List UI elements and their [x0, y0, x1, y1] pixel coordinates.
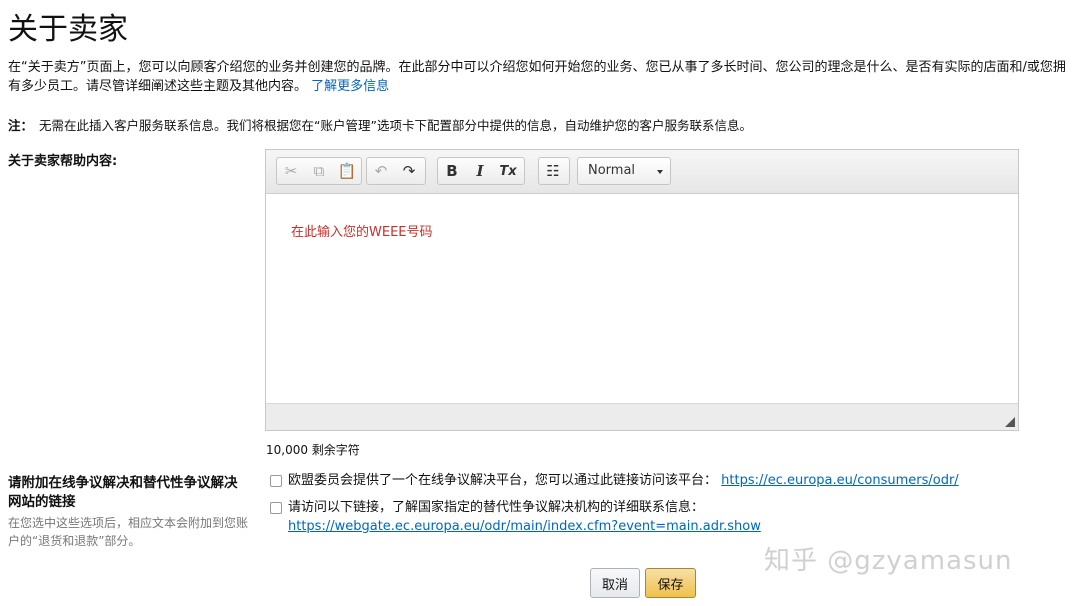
editor-statusbar [266, 403, 1018, 430]
intro-text: 在“关于卖方”页面上，您可以向顾客介绍您的业务并创建您的品牌。在此部分中可以介绍… [8, 60, 1066, 94]
copy-icon[interactable]: ⧉ [305, 158, 333, 184]
adr-bodies-checkbox[interactable] [270, 502, 282, 514]
rich-text-editor: ✂ ⧉ 📋 ↶ ↷ B I Tx ☷ Normal 在此输入您的WEEE号码 [265, 149, 1019, 431]
italic-button[interactable]: I [466, 158, 494, 184]
format-dropdown[interactable]: Normal [577, 157, 671, 185]
odr-platform-link[interactable]: https://ec.europa.eu/consumers/odr/ [721, 473, 959, 488]
resize-handle-icon[interactable] [1005, 417, 1015, 427]
editor-content-text: 在此输入您的WEEE号码 [291, 225, 433, 240]
odr-section-help: 在您选中这些选项后，相应文本会附加到您账户的“退货和退款”部分。 [8, 516, 249, 548]
basic-styles-group: B I Tx [437, 157, 525, 185]
paste-icon[interactable]: 📋 [333, 158, 361, 184]
odr-platform-text: 欧盟委员会提供了一个在线争议解决平台，您可以通过此链接访问该平台： [288, 473, 718, 488]
learn-more-link[interactable]: 了解更多信息 [311, 79, 389, 94]
odr-platform-checkbox[interactable] [270, 475, 282, 487]
redo-icon[interactable]: ↷ [395, 158, 423, 184]
odr-section-label: 请附加在线争议解决和替代性争议解决网站的链接 [8, 475, 238, 510]
adr-bodies-text: 请访问以下链接，了解国家指定的替代性争议解决机构的详细联系信息： [288, 500, 705, 515]
list-group: ☷ [538, 157, 570, 185]
odr-platform-option: 欧盟委员会提供了一个在线争议解决平台，您可以通过此链接访问该平台： https:… [288, 471, 1048, 490]
remaining-characters: 10,000 剩余字符 [266, 443, 360, 457]
italic-icon: I [476, 162, 484, 180]
page-title: 关于卖家 [8, 12, 128, 47]
adr-bodies-link[interactable]: https://webgate.ec.europa.eu/odr/main/in… [288, 519, 761, 534]
cut-icon[interactable]: ✂ [277, 158, 305, 184]
bulleted-list-icon[interactable]: ☷ [539, 158, 567, 184]
bold-button[interactable]: B [438, 158, 466, 184]
note-label: 注： [8, 118, 34, 133]
bold-icon: B [446, 162, 458, 180]
watermark: 知乎 @gzyamasun [764, 546, 1013, 576]
editor-toolbar: ✂ ⧉ 📋 ↶ ↷ B I Tx ☷ Normal [266, 150, 1018, 194]
clipboard-group: ✂ ⧉ 📋 [276, 157, 362, 185]
intro-paragraph: 在“关于卖方”页面上，您可以向顾客介绍您的业务并创建您的品牌。在此部分中可以介绍… [8, 58, 1068, 96]
cancel-button[interactable]: 取消 [590, 568, 640, 598]
chevron-down-icon [657, 170, 663, 174]
format-value: Normal [588, 163, 636, 178]
history-group: ↶ ↷ [366, 157, 426, 185]
note-text: 无需在此插入客户服务联系信息。我们将根据您在“账户管理”选项卡下配置部分中提供的… [39, 118, 752, 133]
save-button[interactable]: 保存 [645, 568, 696, 598]
editor-label: 关于卖家帮助内容: [8, 154, 118, 169]
remove-format-icon[interactable]: Tx [494, 158, 522, 184]
editor-content-area[interactable]: 在此输入您的WEEE号码 [266, 194, 1018, 404]
undo-icon[interactable]: ↶ [367, 158, 395, 184]
note: 注： 无需在此插入客户服务联系信息。我们将根据您在“账户管理”选项卡下配置部分中提… [8, 115, 752, 134]
adr-bodies-option: 请访问以下链接，了解国家指定的替代性争议解决机构的详细联系信息： https:/… [288, 498, 1048, 536]
